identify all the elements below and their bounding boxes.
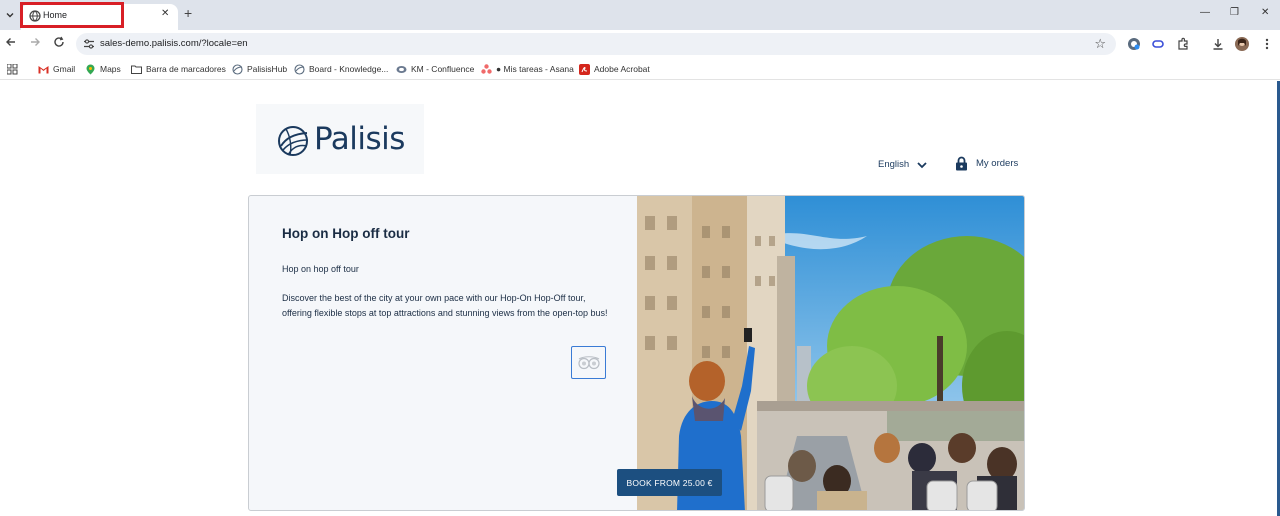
tab-strip: Home ✕ + — ❐ ✕ xyxy=(0,0,1280,30)
brand-logo[interactable]: Palisis xyxy=(256,104,424,174)
window-close-button[interactable]: ✕ xyxy=(1261,7,1269,18)
bookmark-label: Gmail xyxy=(53,64,76,74)
url-text[interactable]: sales-demo.palisis.com/?locale=en xyxy=(100,38,248,49)
bookmark-label: Adobe Acrobat xyxy=(594,64,650,74)
restore-button[interactable]: ❐ xyxy=(1230,7,1239,18)
new-tab-button[interactable]: + xyxy=(184,6,192,20)
bookmark-mis-tareas-asana[interactable]: ● Mis tareas - Asana xyxy=(481,62,574,76)
browser-toolbar: sales-demo.palisis.com/?locale=en ☆ xyxy=(0,30,1280,58)
tripadvisor-widget[interactable] xyxy=(571,346,606,379)
bookmarks-bar: Gmail Maps Barra de marcadores PalisisHu… xyxy=(0,58,1280,80)
tripadvisor-owl-icon xyxy=(577,355,600,369)
forward-icon[interactable] xyxy=(29,36,41,48)
extension-two-icon[interactable] xyxy=(1151,37,1165,51)
confluence-icon xyxy=(396,64,407,75)
chevron-down-icon xyxy=(917,161,927,168)
product-card-text: Hop on Hop off tour Hop on hop off tour … xyxy=(249,196,637,510)
my-orders-link[interactable]: My orders xyxy=(955,156,1018,171)
folder-icon xyxy=(131,64,142,75)
tab-search-chevron-icon[interactable] xyxy=(2,7,18,23)
bookmark-barra-de-marcadores[interactable]: Barra de marcadores xyxy=(131,62,226,76)
product-photo xyxy=(637,196,1024,510)
bookmark-label: KM - Confluence xyxy=(411,64,475,74)
maps-icon xyxy=(85,64,96,75)
bookmark-km-confluence[interactable]: KM - Confluence xyxy=(396,62,474,76)
language-selector[interactable]: English xyxy=(878,159,927,170)
bookmark-label: Barra de marcadores xyxy=(146,64,226,74)
page-content: Palisis English My orders Hop on Hop off… xyxy=(0,81,1280,516)
acrobat-icon xyxy=(579,63,590,75)
extension-one-icon[interactable] xyxy=(1127,37,1141,51)
lock-icon xyxy=(956,156,967,171)
palisis-icon xyxy=(294,63,305,75)
bookmark-label: Board - Knowledge... xyxy=(309,64,389,74)
palisis-icon xyxy=(232,63,243,75)
bookmark-label: PalisisHub xyxy=(247,64,288,74)
bookmark-label: Maps xyxy=(100,64,121,74)
extensions-puzzle-icon[interactable] xyxy=(1176,37,1190,51)
bookmark-star-icon[interactable]: ☆ xyxy=(1094,36,1106,52)
address-bar[interactable]: sales-demo.palisis.com/?locale=en ☆ xyxy=(76,33,1116,55)
gmail-icon xyxy=(38,64,49,75)
download-icon[interactable] xyxy=(1211,37,1225,51)
bookmark-gmail[interactable]: Gmail xyxy=(38,62,75,76)
bookmark-palisishub[interactable]: PalisisHub xyxy=(232,62,287,76)
apps-grid-icon[interactable] xyxy=(7,62,18,76)
my-orders-label: My orders xyxy=(976,158,1019,169)
product-title: Hop on Hop off tour xyxy=(282,226,410,241)
profile-avatar[interactable] xyxy=(1235,37,1249,51)
tab-highlight-box xyxy=(20,2,124,28)
site-settings-icon[interactable] xyxy=(83,38,95,50)
product-card[interactable]: Hop on Hop off tour Hop on hop off tour … xyxy=(248,195,1025,511)
asana-icon xyxy=(481,64,492,75)
minimize-button[interactable]: — xyxy=(1200,7,1210,18)
back-icon[interactable] xyxy=(5,36,17,48)
language-label: English xyxy=(878,159,910,170)
tab-close-icon[interactable]: ✕ xyxy=(161,8,169,19)
book-button[interactable]: BOOK FROM 25.00 € xyxy=(617,469,722,496)
reload-icon[interactable] xyxy=(53,36,65,48)
bookmark-board-knowledge[interactable]: Board - Knowledge... xyxy=(294,62,388,76)
product-description: Discover the best of the city at your ow… xyxy=(282,293,608,318)
bookmark-maps[interactable]: Maps xyxy=(85,62,121,76)
palisis-globe-icon xyxy=(278,126,309,156)
brand-name: Palisis xyxy=(314,121,405,157)
bookmark-label: ● Mis tareas - Asana xyxy=(496,64,574,74)
product-subtitle: Hop on hop off tour xyxy=(282,264,359,274)
bookmark-adobe-acrobat[interactable]: Adobe Acrobat xyxy=(579,62,650,76)
browser-menu-icon[interactable] xyxy=(1260,37,1274,51)
